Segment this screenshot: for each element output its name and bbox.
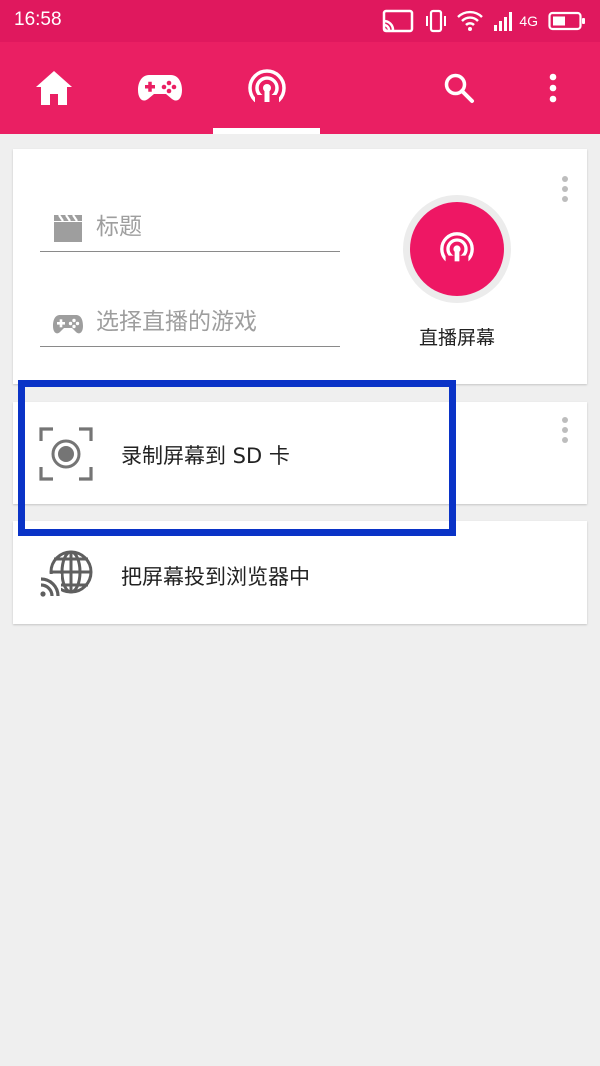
more-dot <box>562 437 568 443</box>
live-stream-card: 直播屏幕 <box>13 149 587 384</box>
gamepad-icon <box>138 75 182 101</box>
status-icons: 4G <box>381 8 586 34</box>
broadcast-icon <box>248 69 286 108</box>
more-options-button[interactable] <box>531 66 575 110</box>
home-icon <box>36 71 72 105</box>
clapperboard-icon <box>54 214 82 242</box>
more-dot <box>562 186 568 192</box>
vibrate-icon <box>426 9 447 33</box>
more-dot <box>562 196 568 202</box>
gamepad-icon <box>53 315 83 334</box>
game-field <box>40 297 340 347</box>
battery-icon <box>548 11 585 31</box>
live-card-more-button[interactable] <box>557 173 573 205</box>
globe-cast-icon <box>39 550 93 598</box>
signal-icon <box>494 12 513 31</box>
more-dot <box>562 417 568 423</box>
more-vert-icon <box>549 73 557 103</box>
status-bar: 16:58 4G <box>0 0 600 42</box>
search-button[interactable] <box>437 66 481 110</box>
game-select-input[interactable] <box>96 302 336 342</box>
tab-home[interactable] <box>9 42 99 134</box>
app-bar <box>0 42 600 134</box>
title-field <box>40 202 340 252</box>
cast-icon <box>383 9 414 33</box>
tab-games[interactable] <box>115 42 205 134</box>
cast-to-browser-label: 把屏幕投到浏览器中 <box>121 565 310 589</box>
search-icon <box>444 73 474 103</box>
live-screen-label: 直播屏幕 <box>418 327 495 349</box>
highlight-box <box>18 380 456 536</box>
selected-tab-indicator <box>213 128 320 134</box>
status-time: 16:58 <box>14 9 62 30</box>
tab-live[interactable] <box>222 42 312 134</box>
broadcast-icon <box>440 232 474 268</box>
more-dot <box>562 176 568 182</box>
live-screen-button[interactable] <box>403 195 511 303</box>
cast-to-browser-card[interactable]: 把屏幕投到浏览器中 <box>13 521 587 624</box>
title-input[interactable] <box>96 207 336 247</box>
network-type-label: 4G <box>519 13 538 29</box>
wifi-icon <box>457 10 484 31</box>
record-card-more-button[interactable] <box>557 414 573 446</box>
live-button-face <box>410 202 504 296</box>
more-dot <box>562 427 568 433</box>
